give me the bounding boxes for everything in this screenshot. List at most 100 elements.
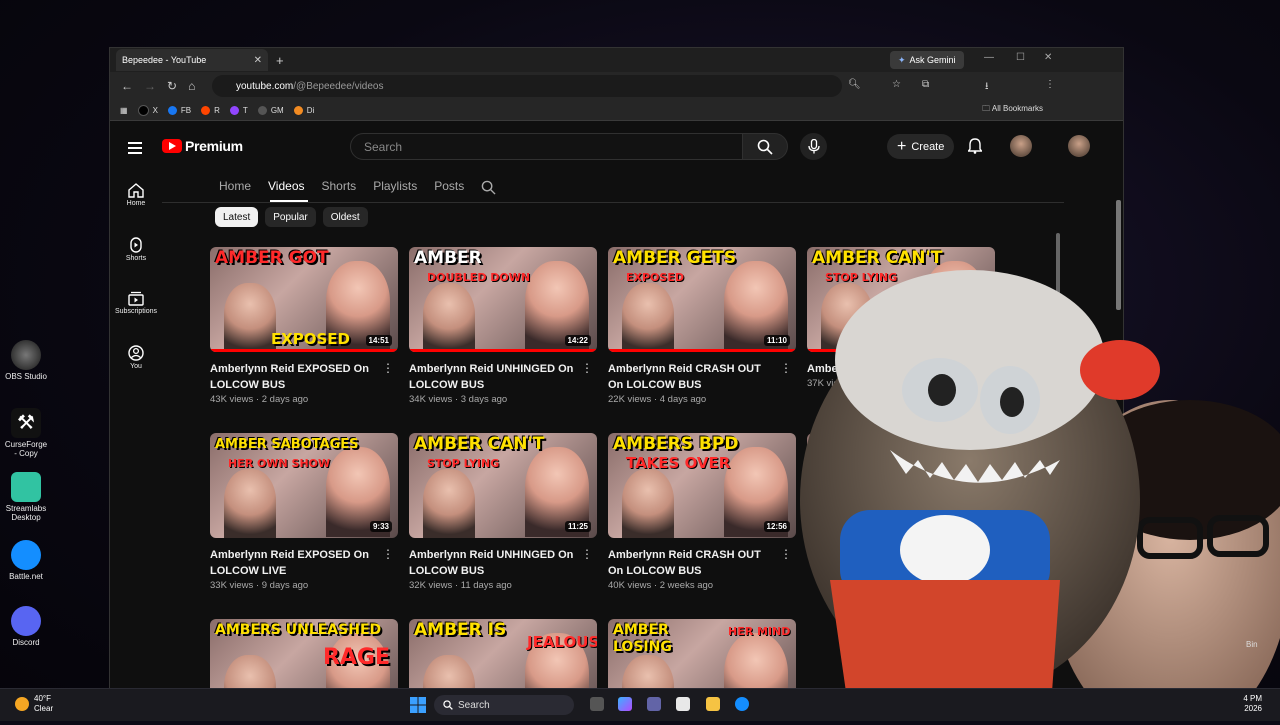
tab-home[interactable]: Home <box>219 179 251 195</box>
voice-search-button[interactable] <box>800 133 827 160</box>
copilot-icon[interactable] <box>618 697 632 711</box>
video-thumbnail[interactable]: AMBERS BPD TAKES OVER 12:56 <box>608 433 796 538</box>
video-card[interactable]: AMBER LOSING HER MIND <box>608 619 796 688</box>
task-view-icon[interactable] <box>590 697 604 711</box>
address-bar[interactable]: youtube.com/@Bepeedee/videos <box>212 75 842 97</box>
account-avatar[interactable] <box>1010 135 1032 157</box>
teams-icon[interactable] <box>647 697 661 711</box>
desktop-icon-obs[interactable]: OBS Studio <box>4 340 48 381</box>
store-icon[interactable] <box>676 697 690 711</box>
video-thumbnail[interactable]: AMBER CAN'T STOP LYING 11:25 <box>409 433 597 538</box>
bookmark-di[interactable]: Di <box>293 105 314 115</box>
bookmark-r[interactable]: R <box>201 105 220 115</box>
chip-oldest[interactable]: Oldest <box>322 207 368 227</box>
more-actions-icon[interactable]: ⋮ <box>780 547 792 561</box>
video-thumbnail[interactable]: AMBER GETS EXPOSED 11:10 <box>608 247 796 352</box>
video-thumbnail[interactable]: AMBER CAN'T STOP LYING <box>807 247 995 352</box>
system-clock[interactable]: 4 PM 2026 <box>1243 694 1262 714</box>
windows-start-icon[interactable] <box>410 697 426 713</box>
notifications-bell-icon[interactable] <box>968 138 982 154</box>
sidebar-item-subscriptions[interactable]: Subscriptions <box>110 291 162 315</box>
more-actions-icon[interactable]: ⋮ <box>581 547 593 561</box>
video-thumbnail[interactable]: AMBER DOUBLED DOWN 14:22 <box>409 247 597 352</box>
video-card[interactable]: AMBERS UNLEASHED RAGE <box>210 619 398 688</box>
sidebar-item-home[interactable]: Home <box>110 183 162 207</box>
search-input[interactable]: Search <box>350 133 743 160</box>
video-title[interactable]: Amberlynn Reid EXPOSED On LOLCOW LIVE <box>210 547 375 579</box>
chip-latest[interactable]: Latest <box>215 207 259 227</box>
video-card[interactable]: AMBERS BPD TAKES OVER 12:56 Amberlynn Reid… <box>608 433 796 591</box>
video-thumbnail[interactable]: AMBER LOSING HER MIND <box>608 619 796 688</box>
more-actions-icon[interactable]: ⋮ <box>581 361 593 375</box>
video-title[interactable]: Amberlynn Reid EXPOSED On LOLCOW BUS <box>210 361 375 393</box>
tab-playlists[interactable]: Playlists <box>373 179 417 195</box>
video-card[interactable]: AMBER CAN'T STOP LYING Amberlyn 37K views <box>807 247 995 389</box>
minimize-icon[interactable]: — <box>984 52 994 63</box>
video-card[interactable]: AMBER CAN'T STOP LYING 11:25 Amberlynn Rei… <box>409 433 597 591</box>
bookmark-fb[interactable]: FB <box>167 105 191 115</box>
home-icon[interactable]: ⌂ <box>188 79 195 93</box>
search-button[interactable] <box>742 133 788 160</box>
back-icon[interactable]: ← <box>121 79 133 93</box>
video-thumbnail[interactable]: AMBER IS JEALOUS <box>409 619 597 688</box>
new-tab-button[interactable]: + <box>276 53 284 68</box>
battlenet-taskbar-icon[interactable] <box>735 697 749 711</box>
secondary-avatar[interactable] <box>1068 135 1090 157</box>
video-card[interactable]: AMBER SABOTAGES HER OWN SHOW 9:33 Amberlyn… <box>210 433 398 591</box>
youtube-logo[interactable]: Premium <box>162 138 243 154</box>
maximize-icon[interactable]: ☐ <box>1016 52 1025 63</box>
video-card[interactable]: AMBE TE <box>807 433 995 538</box>
weather-widget[interactable]: 40°F Clear <box>15 694 53 714</box>
video-card[interactable]: AMBER DOUBLED DOWN 14:22 Amberlynn Reid UN… <box>409 247 597 405</box>
extensions-icon[interactable]: ⧉ <box>922 79 929 90</box>
video-card[interactable]: AMBER IS JEALOUS <box>409 619 597 688</box>
desktop-icon-battlenet[interactable]: Battle.net <box>4 540 48 581</box>
video-thumbnail[interactable]: AMBE TE <box>807 433 995 538</box>
browser-tab[interactable]: Bepeedee - YouTube ✕ <box>110 49 268 134</box>
desktop-icon-curseforge[interactable]: ⚒ CurseForge - Copy <box>4 408 48 458</box>
video-title[interactable]: Amberlyn <box>807 361 972 377</box>
chip-popular[interactable]: Popular <box>265 207 316 227</box>
video-title[interactable]: Amberlynn Reid UNHINGED On LOLCOW BUS <box>409 361 574 393</box>
video-title[interactable]: Amberlynn Reid CRASH OUT On LOLCOW BUS <box>608 361 773 393</box>
channel-search-icon[interactable] <box>481 180 496 195</box>
page-scrollbar[interactable] <box>1056 233 1060 353</box>
tab-posts[interactable]: Posts <box>434 179 464 195</box>
video-thumbnail[interactable]: AMBER SABOTAGES HER OWN SHOW 9:33 <box>210 433 398 538</box>
bookmark-star-icon[interactable]: ☆ <box>892 79 901 90</box>
create-button[interactable]: + Create <box>887 134 955 159</box>
tab-videos[interactable]: Videos <box>268 179 304 195</box>
bookmark-x[interactable]: X <box>137 104 158 116</box>
browser-scrollbar[interactable] <box>1116 200 1121 310</box>
close-window-icon[interactable]: ✕ <box>1044 52 1052 63</box>
bookmark-gm[interactable]: GM <box>257 105 284 115</box>
desktop-icon-discord[interactable]: Discord <box>4 606 48 647</box>
thumb-bottom-text: RAGE <box>322 645 390 670</box>
reload-icon[interactable]: ↻ <box>167 79 177 93</box>
ask-gemini-button[interactable]: ✦ Ask Gemini <box>890 51 964 69</box>
more-actions-icon[interactable]: ⋮ <box>382 361 394 375</box>
more-actions-icon[interactable]: ⋮ <box>780 361 792 375</box>
tab-shorts[interactable]: Shorts <box>322 179 357 195</box>
video-title[interactable]: Amberlynn Reid UNHINGED On LOLCOW BUS <box>409 547 574 579</box>
more-actions-icon[interactable]: ⋮ <box>382 547 394 561</box>
forward-icon[interactable]: → <box>144 79 156 93</box>
downloads-icon[interactable]: ⭳ <box>985 79 989 96</box>
taskbar-search[interactable]: Search <box>434 695 574 715</box>
video-title[interactable]: Amberlynn Reid CRASH OUT On LOLCOW BUS <box>608 547 773 579</box>
video-thumbnail[interactable]: AMBERS UNLEASHED RAGE <box>210 619 398 688</box>
video-card[interactable]: AMBER GOT EXPOSED 14:51 Amberlynn Reid EXP… <box>210 247 398 405</box>
apps-icon[interactable]: ▦ <box>120 106 128 115</box>
all-bookmarks[interactable]: 🗀︎ All Bookmarks <box>982 103 1043 117</box>
hamburger-menu-icon[interactable] <box>128 139 142 157</box>
bookmark-t[interactable]: T <box>229 105 248 115</box>
sidebar-item-shorts[interactable]: Shorts <box>110 237 162 262</box>
video-thumbnail[interactable]: AMBER GOT EXPOSED 14:51 <box>210 247 398 352</box>
menu-icon[interactable]: ⋮ <box>1045 79 1055 90</box>
sidebar-item-you[interactable]: You <box>110 345 162 370</box>
desktop-icon-streamlabs[interactable]: Streamlabs Desktop <box>4 472 48 522</box>
file-explorer-icon[interactable] <box>706 697 720 711</box>
video-card[interactable]: AMBER GETS EXPOSED 11:10 Amberlynn Reid CR… <box>608 247 796 405</box>
close-tab-icon[interactable]: ✕ <box>254 55 262 66</box>
zoom-icon[interactable]: 🔍︎ <box>848 79 861 90</box>
